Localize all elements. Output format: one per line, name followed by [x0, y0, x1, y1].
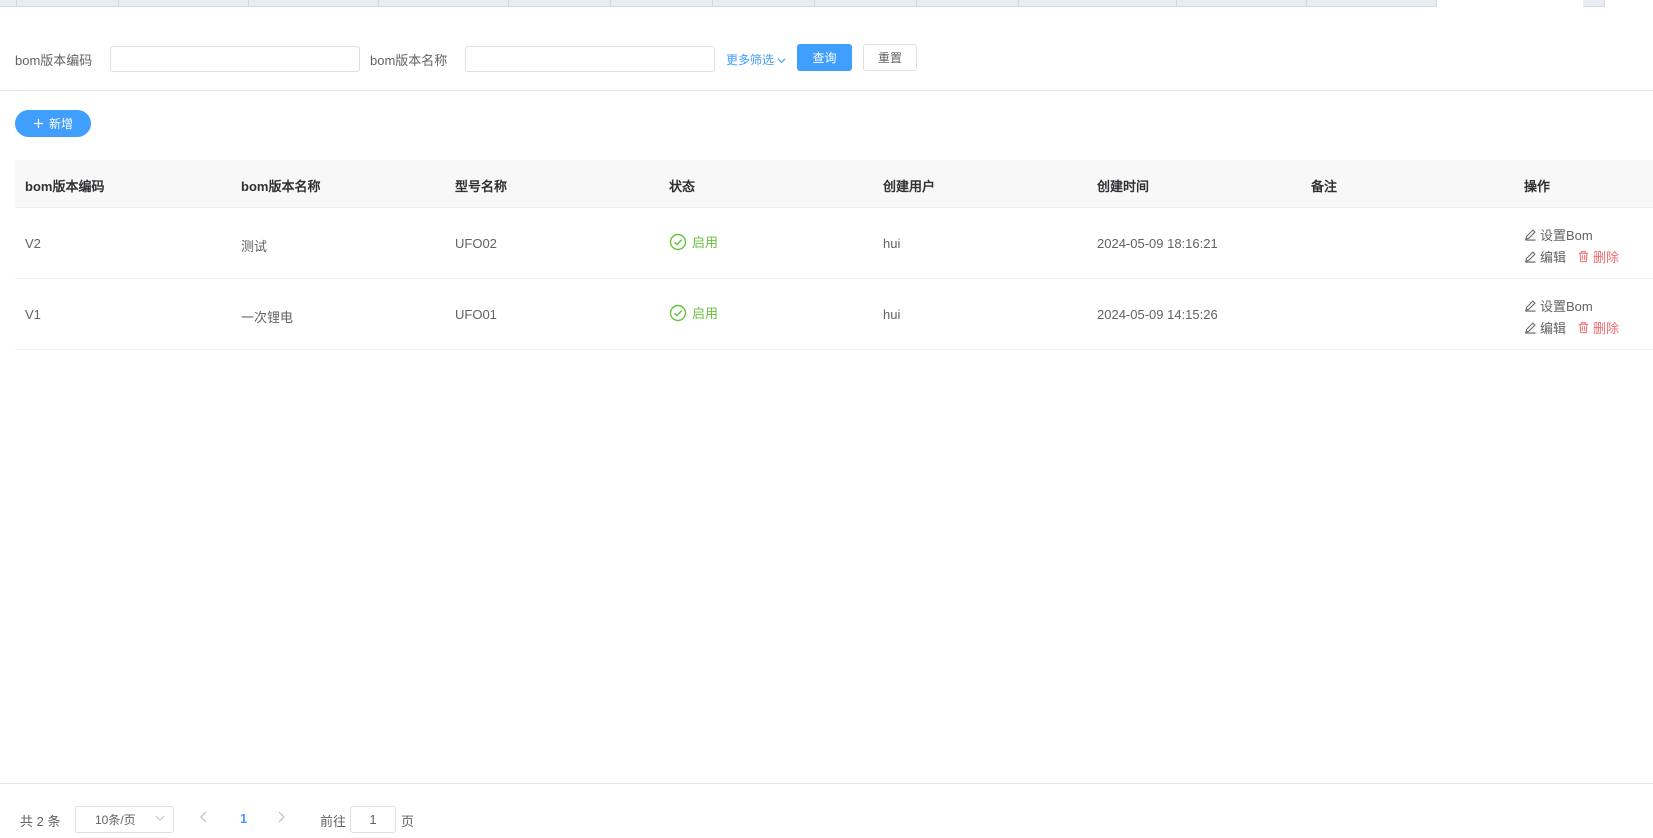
edit-icon: [1525, 321, 1536, 334]
edit-icon: [1525, 250, 1536, 263]
more-filter-link[interactable]: 更多筛选: [726, 51, 786, 68]
add-button-label: 新增: [48, 117, 73, 131]
edit-button[interactable]: 编辑: [1524, 318, 1566, 337]
plus-icon: [33, 118, 44, 129]
chevron-down-icon: [155, 815, 165, 821]
cell-name: 一次锂电: [241, 310, 294, 325]
query-button[interactable]: 查询: [797, 44, 852, 71]
table-row: V2 测试 UFO02 启用 hui 2024-05-09 18:16:21 设…: [15, 208, 1653, 279]
column-header: 创建用户: [883, 179, 936, 194]
column-header: bom版本名称: [241, 179, 321, 194]
trash-icon: [1578, 250, 1589, 262]
reset-button[interactable]: 重置: [863, 44, 917, 71]
row-actions: 设置Bom 编辑 删除: [1524, 223, 1619, 267]
tab[interactable]: [1177, 0, 1307, 7]
name-label: bom版本名称: [370, 53, 448, 68]
tab[interactable]: [379, 0, 509, 7]
goto-page-value: 1: [369, 812, 377, 827]
check-circle-icon: [669, 233, 687, 250]
column-header: 备注: [1311, 179, 1338, 194]
edit-label: 编辑: [1540, 320, 1567, 336]
edit-label: 编辑: [1540, 249, 1567, 265]
goto-prefix: 前往: [320, 814, 347, 829]
tab[interactable]: [1583, 0, 1605, 7]
delete-label: 删除: [1593, 249, 1620, 265]
column-header: bom版本编码: [25, 179, 105, 194]
cell-code: V2: [25, 236, 41, 251]
tab[interactable]: [611, 0, 713, 7]
total-count: 共 2 条: [20, 814, 61, 829]
status-badge: 启用: [669, 303, 718, 322]
more-filter-label: 更多筛选: [726, 53, 775, 67]
edit-button[interactable]: 编辑: [1524, 247, 1566, 266]
edit-icon: [1525, 299, 1536, 312]
goto-suffix: 页: [401, 814, 415, 829]
column-header: 操作: [1524, 179, 1551, 194]
cell-model: UFO02: [455, 236, 497, 251]
tab[interactable]: [119, 0, 249, 7]
delete-label: 删除: [1593, 320, 1620, 336]
tab[interactable]: [17, 0, 119, 7]
tab[interactable]: [0, 0, 17, 7]
column-header: 状态: [669, 179, 696, 194]
chevron-right-icon[interactable]: [275, 810, 287, 824]
status-badge: 启用: [669, 232, 718, 251]
code-label: bom版本编码: [15, 53, 93, 68]
chevron-down-icon: [777, 58, 786, 64]
cell-model: UFO01: [455, 307, 497, 322]
status-text: 启用: [692, 306, 719, 321]
table-row: V1 一次锂电 UFO01 启用 hui 2024-05-09 14:15:26…: [15, 279, 1653, 350]
trash-icon: [1578, 321, 1589, 333]
check-circle-icon: [669, 304, 687, 321]
add-button[interactable]: 新增: [15, 110, 91, 137]
set-bom-button[interactable]: 设置Bom: [1524, 296, 1593, 315]
goto-page-input[interactable]: 1: [350, 806, 396, 833]
delete-button[interactable]: 删除: [1577, 318, 1619, 337]
page-size-value: 10条/页: [95, 813, 136, 827]
query-button-label: 查询: [812, 51, 837, 65]
set-bom-label: 设置Bom: [1540, 298, 1593, 314]
tab[interactable]: [1307, 0, 1437, 7]
cell-name: 测试: [241, 239, 268, 254]
edit-icon: [1525, 228, 1536, 241]
reset-button-label: 重置: [877, 51, 902, 65]
page-size-select[interactable]: 10条/页: [75, 806, 174, 833]
column-header: 型号名称: [455, 179, 508, 194]
pagination: 共 2 条 10条/页 1 前往 1 页: [0, 783, 1653, 838]
tab[interactable]: [509, 0, 611, 7]
cell-user: hui: [883, 307, 901, 322]
top-tab-strip: [0, 0, 1653, 8]
chevron-left-icon[interactable]: [198, 810, 210, 824]
code-input[interactable]: [110, 46, 360, 72]
tab[interactable]: [917, 0, 1019, 7]
table-header: bom版本编码 bom版本名称 型号名称 状态 创建用户 创建时间 备注 操作: [15, 160, 1653, 208]
set-bom-button[interactable]: 设置Bom: [1524, 225, 1593, 244]
set-bom-label: 设置Bom: [1540, 227, 1593, 243]
tab[interactable]: [1019, 0, 1177, 7]
row-actions: 设置Bom 编辑 删除: [1524, 294, 1619, 338]
status-text: 启用: [692, 235, 719, 250]
tab[interactable]: [249, 0, 379, 7]
cell-created: 2024-05-09 18:16:21: [1097, 236, 1218, 251]
cell-created: 2024-05-09 14:15:26: [1097, 307, 1218, 322]
column-header: 创建时间: [1097, 179, 1150, 194]
tab[interactable]: [815, 0, 917, 7]
tab[interactable]: [713, 0, 815, 7]
cell-user: hui: [883, 236, 901, 251]
cell-code: V1: [25, 307, 41, 322]
page-number[interactable]: 1: [240, 811, 247, 826]
delete-button[interactable]: 删除: [1577, 247, 1619, 266]
search-form: bom版本编码 bom版本名称 更多筛选 查询 重置: [0, 8, 1653, 91]
name-input[interactable]: [465, 46, 715, 72]
